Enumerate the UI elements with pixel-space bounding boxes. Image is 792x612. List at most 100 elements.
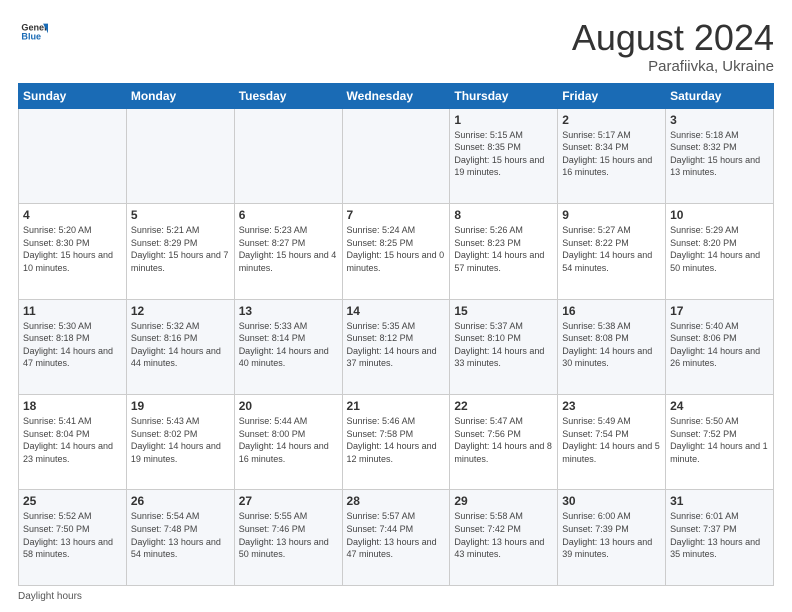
calendar-week-5: 25Sunrise: 5:52 AMSunset: 7:50 PMDayligh… [19, 490, 774, 586]
day-number: 26 [131, 494, 230, 508]
day-number: 6 [239, 208, 338, 222]
calendar-cell: 4Sunrise: 5:20 AMSunset: 8:30 PMDaylight… [19, 204, 127, 299]
day-number: 14 [347, 304, 446, 318]
calendar-cell: 5Sunrise: 5:21 AMSunset: 8:29 PMDaylight… [126, 204, 234, 299]
calendar-cell: 24 Sunrise: 5:50 AMSunset: 7:52 PMDayligh… [666, 395, 774, 490]
calendar-title: August 2024 [572, 18, 774, 58]
calendar-cell: 25Sunrise: 5:52 AMSunset: 7:50 PMDayligh… [19, 490, 127, 586]
calendar-cell [126, 108, 234, 203]
calendar-cell: 27 Sunrise: 5:55 AMSunset: 7:46 PMDayligh… [234, 490, 342, 586]
day-number: 15 [454, 304, 553, 318]
calendar-body: 1 Sunrise: 5:15 AMSunset: 8:35 PMDaylight… [19, 108, 774, 585]
day-info: Sunrise: 5:23 AMSunset: 8:27 PMDaylight:… [239, 224, 338, 274]
day-info: Sunrise: 5:43 AMSunset: 8:02 PMDaylight:… [131, 415, 230, 465]
day-number: 23 [562, 399, 661, 413]
calendar-cell: 9 Sunrise: 5:27 AMSunset: 8:22 PMDaylight… [558, 204, 666, 299]
day-number: 1 [454, 113, 553, 127]
calendar-cell: 12 Sunrise: 5:32 AMSunset: 8:16 PMDayligh… [126, 299, 234, 394]
header-saturday: Saturday [666, 83, 774, 108]
day-number: 29 [454, 494, 553, 508]
header-thursday: Thursday [450, 83, 558, 108]
calendar-cell: 6 Sunrise: 5:23 AMSunset: 8:27 PMDaylight… [234, 204, 342, 299]
calendar-cell: 7 Sunrise: 5:24 AMSunset: 8:25 PMDaylight… [342, 204, 450, 299]
day-number: 17 [670, 304, 769, 318]
day-info: Sunrise: 5:54 AMSunset: 7:48 PMDaylight:… [131, 510, 230, 560]
day-info: Sunrise: 5:30 AMSunset: 8:18 PMDaylight:… [23, 320, 122, 370]
header-friday: Friday [558, 83, 666, 108]
calendar-cell: 1 Sunrise: 5:15 AMSunset: 8:35 PMDaylight… [450, 108, 558, 203]
day-info: Sunrise: 5:40 AMSunset: 8:06 PMDaylight:… [670, 320, 769, 370]
calendar-cell: 14 Sunrise: 5:35 AMSunset: 8:12 PMDayligh… [342, 299, 450, 394]
calendar-cell: 23 Sunrise: 5:49 AMSunset: 7:54 PMDayligh… [558, 395, 666, 490]
day-info: Sunrise: 5:26 AMSunset: 8:23 PMDaylight:… [454, 224, 553, 274]
day-number: 27 [239, 494, 338, 508]
calendar-cell: 10 Sunrise: 5:29 AMSunset: 8:20 PMDayligh… [666, 204, 774, 299]
day-info: Sunrise: 5:32 AMSunset: 8:16 PMDaylight:… [131, 320, 230, 370]
day-info: Sunrise: 6:00 AMSunset: 7:39 PMDaylight:… [562, 510, 661, 560]
day-number: 30 [562, 494, 661, 508]
day-info: Sunrise: 6:01 AMSunset: 7:37 PMDaylight:… [670, 510, 769, 560]
day-number: 7 [347, 208, 446, 222]
day-info: Sunrise: 5:41 AMSunset: 8:04 PMDaylight:… [23, 415, 122, 465]
calendar-week-1: 1 Sunrise: 5:15 AMSunset: 8:35 PMDaylight… [19, 108, 774, 203]
day-number: 18 [23, 399, 122, 413]
calendar-cell: 16Sunrise: 5:38 AMSunset: 8:08 PMDayligh… [558, 299, 666, 394]
header-wednesday: Wednesday [342, 83, 450, 108]
day-info: Sunrise: 5:21 AMSunset: 8:29 PMDaylight:… [131, 224, 230, 274]
title-block: August 2024 Parafiivka, Ukraine [572, 18, 774, 75]
day-number: 10 [670, 208, 769, 222]
header-monday: Monday [126, 83, 234, 108]
calendar-cell: 8 Sunrise: 5:26 AMSunset: 8:23 PMDaylight… [450, 204, 558, 299]
day-info: Sunrise: 5:17 AMSunset: 8:34 PMDaylight:… [562, 129, 661, 179]
day-number: 12 [131, 304, 230, 318]
day-info: Sunrise: 5:29 AMSunset: 8:20 PMDaylight:… [670, 224, 769, 274]
day-info: Sunrise: 5:57 AMSunset: 7:44 PMDaylight:… [347, 510, 446, 560]
day-info: Sunrise: 5:47 AMSunset: 7:56 PMDaylight:… [454, 415, 553, 465]
calendar-cell: 15 Sunrise: 5:37 AMSunset: 8:10 PMDayligh… [450, 299, 558, 394]
day-info: Sunrise: 5:50 AMSunset: 7:52 PMDaylight:… [670, 415, 769, 465]
header-row: Sunday Monday Tuesday Wednesday Thursday… [19, 83, 774, 108]
calendar-week-3: 11Sunrise: 5:30 AMSunset: 8:18 PMDayligh… [19, 299, 774, 394]
calendar-cell: 19 Sunrise: 5:43 AMSunset: 8:02 PMDayligh… [126, 395, 234, 490]
day-info: Sunrise: 5:27 AMSunset: 8:22 PMDaylight:… [562, 224, 661, 274]
day-number: 16 [562, 304, 661, 318]
calendar-cell [342, 108, 450, 203]
calendar-cell: 30 Sunrise: 6:00 AMSunset: 7:39 PMDayligh… [558, 490, 666, 586]
calendar-header: Sunday Monday Tuesday Wednesday Thursday… [19, 83, 774, 108]
day-number: 24 [670, 399, 769, 413]
day-info: Sunrise: 5:15 AMSunset: 8:35 PMDaylight:… [454, 129, 553, 179]
calendar-cell [19, 108, 127, 203]
day-info: Sunrise: 5:49 AMSunset: 7:54 PMDaylight:… [562, 415, 661, 465]
calendar-cell: 28 Sunrise: 5:57 AMSunset: 7:44 PMDayligh… [342, 490, 450, 586]
day-number: 19 [131, 399, 230, 413]
calendar-cell: 13 Sunrise: 5:33 AMSunset: 8:14 PMDayligh… [234, 299, 342, 394]
day-number: 9 [562, 208, 661, 222]
day-info: Sunrise: 5:33 AMSunset: 8:14 PMDaylight:… [239, 320, 338, 370]
day-info: Sunrise: 5:55 AMSunset: 7:46 PMDaylight:… [239, 510, 338, 560]
day-info: Sunrise: 5:35 AMSunset: 8:12 PMDaylight:… [347, 320, 446, 370]
calendar-cell: 3Sunrise: 5:18 AMSunset: 8:32 PMDaylight… [666, 108, 774, 203]
day-number: 8 [454, 208, 553, 222]
day-number: 31 [670, 494, 769, 508]
calendar-week-4: 18 Sunrise: 5:41 AMSunset: 8:04 PMDayligh… [19, 395, 774, 490]
calendar-cell: 17 Sunrise: 5:40 AMSunset: 8:06 PMDayligh… [666, 299, 774, 394]
day-number: 13 [239, 304, 338, 318]
day-info: Sunrise: 5:18 AMSunset: 8:32 PMDaylight:… [670, 129, 769, 179]
calendar-cell: 31 Sunrise: 6:01 AMSunset: 7:37 PMDayligh… [666, 490, 774, 586]
day-info: Sunrise: 5:52 AMSunset: 7:50 PMDaylight:… [23, 510, 122, 560]
calendar-cell: 21Sunrise: 5:46 AMSunset: 7:58 PMDayligh… [342, 395, 450, 490]
day-info: Sunrise: 5:37 AMSunset: 8:10 PMDaylight:… [454, 320, 553, 370]
calendar-cell: 22 Sunrise: 5:47 AMSunset: 7:56 PMDayligh… [450, 395, 558, 490]
day-info: Sunrise: 5:58 AMSunset: 7:42 PMDaylight:… [454, 510, 553, 560]
footer: Daylight hours [18, 591, 774, 602]
svg-text:Blue: Blue [21, 32, 41, 42]
day-info: Sunrise: 5:44 AMSunset: 8:00 PMDaylight:… [239, 415, 338, 465]
calendar-cell: 2Sunrise: 5:17 AMSunset: 8:34 PMDaylight… [558, 108, 666, 203]
day-info: Sunrise: 5:24 AMSunset: 8:25 PMDaylight:… [347, 224, 446, 274]
calendar-week-2: 4Sunrise: 5:20 AMSunset: 8:30 PMDaylight… [19, 204, 774, 299]
day-number: 21 [347, 399, 446, 413]
calendar-cell: 26 Sunrise: 5:54 AMSunset: 7:48 PMDayligh… [126, 490, 234, 586]
day-number: 28 [347, 494, 446, 508]
page: General Blue August 2024 Parafiivka, Ukr… [0, 0, 792, 612]
day-number: 22 [454, 399, 553, 413]
